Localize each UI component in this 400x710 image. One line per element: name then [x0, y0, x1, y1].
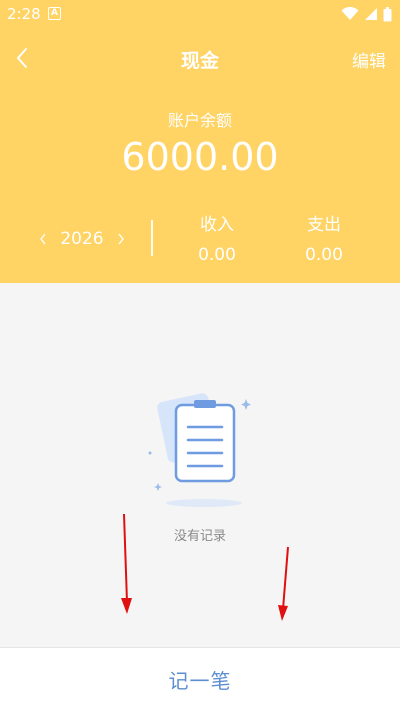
- chevron-right-icon: [118, 233, 124, 245]
- expense-summary: 支出 0.00: [284, 210, 364, 265]
- annotation-arrow-left: [121, 513, 132, 614]
- empty-state: 没有记录: [0, 283, 400, 647]
- year-selector: 2026: [36, 226, 128, 252]
- edit-button[interactable]: 编辑: [352, 47, 386, 72]
- year-label[interactable]: 2026: [60, 229, 103, 249]
- income-value: 0.00: [198, 245, 236, 265]
- income-summary: 收入 0.00: [177, 210, 257, 265]
- summary-divider: [151, 220, 153, 256]
- wifi-icon: [341, 7, 359, 20]
- empty-state-text: 没有记录: [173, 529, 226, 544]
- status-icons: [341, 4, 392, 24]
- battery-icon: [383, 6, 392, 21]
- annotation-arrow-right: [278, 546, 289, 621]
- add-record-button[interactable]: 记一笔: [0, 647, 400, 710]
- page-title: 现金: [180, 50, 219, 72]
- balance-label: 账户余额: [167, 111, 232, 130]
- balance-value: 6000.00: [121, 135, 279, 179]
- prev-year-button[interactable]: [36, 227, 50, 251]
- navbar: 现金 编辑: [0, 38, 400, 78]
- income-label: 收入: [200, 215, 234, 235]
- next-year-button[interactable]: [114, 227, 128, 251]
- expense-label: 支出: [307, 215, 341, 235]
- account-header: 2:28 A 现金 编辑 账户余额 6000.00 2026 收入 0.00 支…: [0, 0, 400, 283]
- status-bar: 2:28 A: [0, 0, 400, 28]
- signal-icon: [365, 8, 377, 20]
- status-time: 2:28: [7, 5, 41, 23]
- expense-value: 0.00: [305, 245, 343, 265]
- clipboard-icon: [148, 393, 251, 507]
- notification-icon: A: [48, 7, 61, 20]
- add-record-label: 记一笔: [168, 668, 232, 693]
- chevron-left-icon: [40, 233, 46, 245]
